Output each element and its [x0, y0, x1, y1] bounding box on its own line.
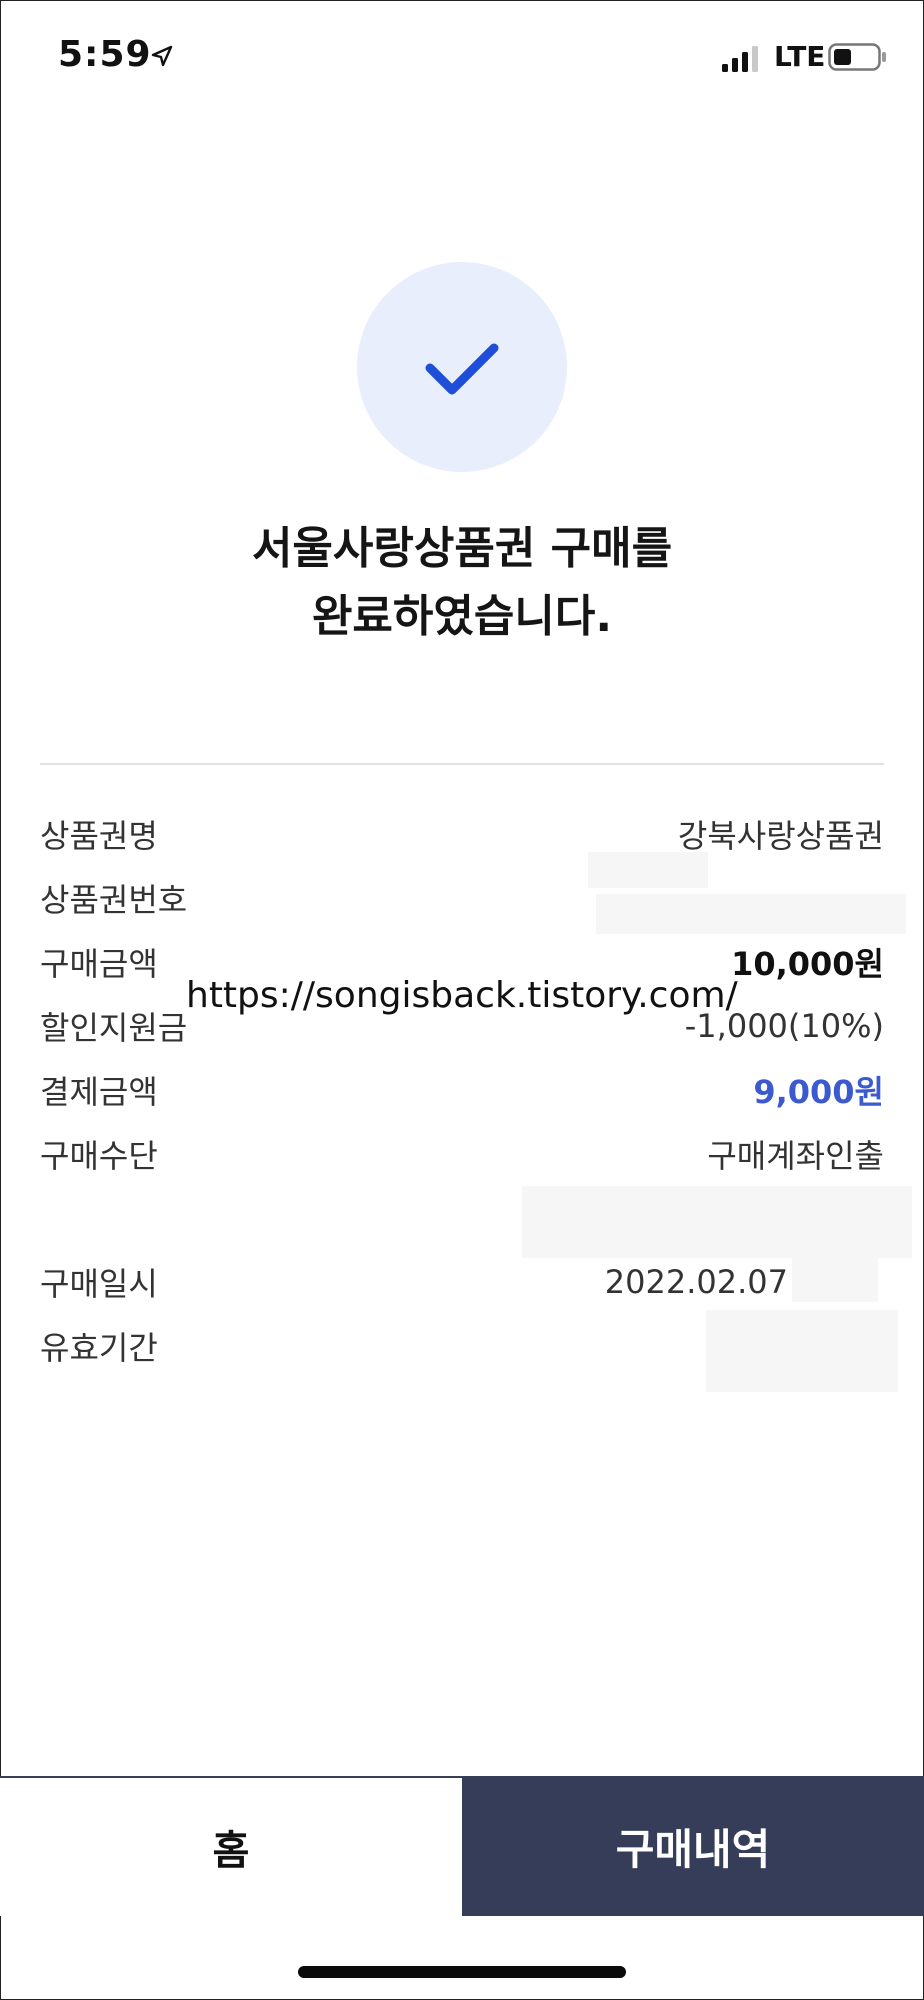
purchase-history-button[interactable]: 구매내역: [462, 1776, 924, 1916]
detail-label: 구매금액: [40, 945, 158, 983]
detail-label: 할인지원금: [40, 1009, 188, 1047]
detail-label: 유효기간: [40, 1329, 158, 1367]
checkmark-icon: [425, 343, 499, 395]
completion-message-line2: 완료하였습니다.: [311, 591, 613, 642]
redacted-area: [596, 894, 906, 934]
detail-label: 상품권명: [40, 817, 158, 855]
redacted-area: [588, 852, 708, 888]
detail-label: 구매수단: [40, 1137, 158, 1175]
detail-row-purchase-date: 구매일시 2022.02.07: [40, 1250, 884, 1314]
status-bar: 5:59 LTE: [0, 0, 924, 118]
detail-label: 결제금액: [40, 1073, 158, 1111]
redacted-area: [522, 1186, 912, 1258]
completion-message: 서울사랑상품권 구매를 완료하였습니다.: [0, 515, 924, 651]
battery-icon: [828, 43, 886, 71]
network-type: LTE: [774, 40, 826, 73]
status-time: 5:59: [58, 34, 152, 75]
watermark-url: https://songisback.tistory.com/: [186, 975, 738, 1016]
divider: [40, 763, 884, 765]
detail-label: 구매일시: [40, 1265, 158, 1303]
detail-row-voucher-name: 상품권명 강북사랑상품권: [40, 802, 884, 866]
redacted-area: [706, 1310, 898, 1392]
completion-message-line1: 서울사랑상품권 구매를: [251, 523, 673, 574]
location-arrow-icon: [151, 45, 173, 67]
detail-row-payment-method: 구매수단 구매계좌인출: [40, 1122, 884, 1186]
success-badge: [357, 262, 567, 472]
detail-label: 상품권번호: [40, 881, 188, 919]
bottom-action-bar: 홈 구매내역: [0, 1776, 924, 1916]
detail-value: 강북사랑상품권: [677, 817, 884, 855]
home-button[interactable]: 홈: [0, 1776, 462, 1916]
signal-bars-icon: [722, 46, 758, 72]
detail-value: 10,000원: [731, 945, 884, 983]
detail-row-payment-amount: 결제금액 9,000원: [40, 1058, 884, 1122]
detail-value: 2022.02.07: [604, 1263, 788, 1301]
home-indicator[interactable]: [298, 1966, 626, 1978]
purchase-details: 상품권명 강북사랑상품권 상품권번호 구매금액 10,000원 할인지원금 -1…: [40, 802, 884, 1378]
detail-value: 구매계좌인출: [707, 1137, 884, 1175]
detail-value: 9,000원: [753, 1073, 884, 1111]
redacted-area: [792, 1256, 878, 1302]
